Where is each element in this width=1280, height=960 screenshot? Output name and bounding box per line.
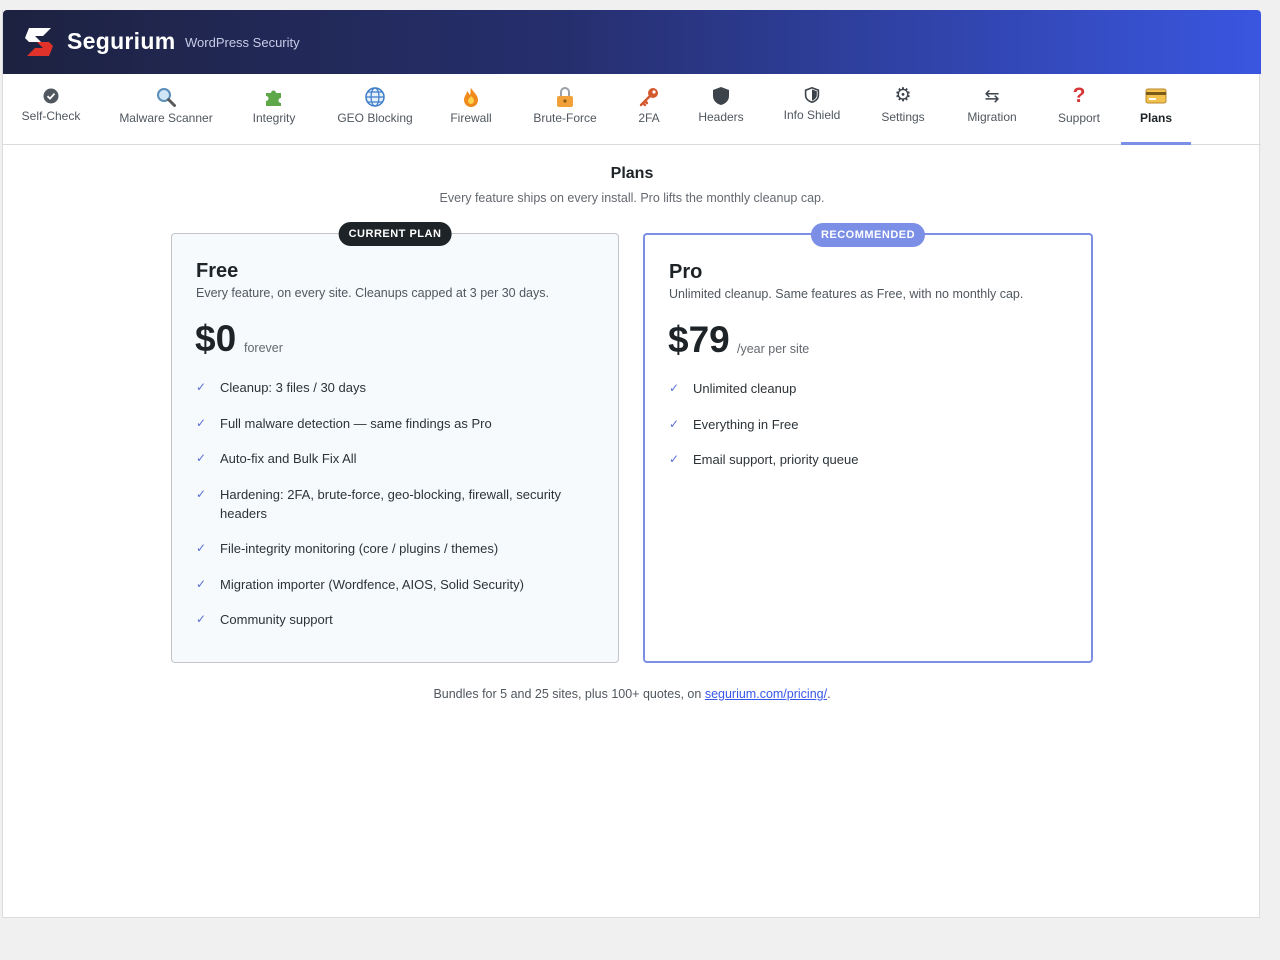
- page-subtitle: Every feature ships on every install. Pr…: [439, 191, 825, 205]
- current-plan-badge: CURRENT PLAN: [338, 222, 452, 246]
- feature-text: Community support: [220, 612, 333, 627]
- check-circle-icon: [11, 84, 91, 108]
- plan-description: Every feature, on every site. Cleanups c…: [196, 286, 549, 300]
- feature-text: Hardening: 2FA, brute-force, geo-blockin…: [220, 486, 562, 521]
- tab-label: Info Shield: [783, 108, 841, 122]
- feature-item: ✓ Email support, priority queue: [669, 450, 1059, 469]
- tab-support[interactable]: ? Support: [1049, 74, 1109, 145]
- gear-icon: ⚙: [894, 85, 912, 106]
- check-icon: ✓: [669, 452, 680, 466]
- check-icon: ✓: [669, 381, 680, 395]
- feature-list: ✓ Cleanup: 3 files / 30 days ✓ Full malwar…: [196, 378, 586, 646]
- tab-info-shield[interactable]: Info Shield: [777, 74, 847, 145]
- tab-integrity[interactable]: Integrity: [239, 74, 309, 145]
- feature-text: Migration importer (Wordfence, AIOS, Sol…: [220, 576, 524, 592]
- credit-card-icon: [1121, 84, 1191, 108]
- plan-description: Unlimited cleanup. Same features as Free…: [669, 287, 1024, 301]
- feature-text: File-integrity monitoring (core / plugin…: [220, 541, 499, 556]
- plan-card-free: CURRENT PLAN Free Every feature, on ever…: [171, 222, 619, 663]
- tab-label: Settings: [881, 110, 925, 124]
- check-icon: ✓: [669, 416, 680, 431]
- tab-self-check[interactable]: Self-Check: [11, 74, 91, 145]
- half-shield-icon: [777, 84, 847, 108]
- feature-text: Cleanup: 3 files / 30 days: [220, 380, 366, 395]
- tab-geo-blocking[interactable]: GEO Blocking: [325, 74, 425, 145]
- app-header: Segurium WordPress Security: [3, 10, 1261, 74]
- tab-label: Firewall: [450, 111, 492, 125]
- footer-text: Bundles for 5 and 25 sites, plus 100+ qu…: [433, 687, 705, 701]
- tab-2fa[interactable]: 2FA: [629, 74, 669, 145]
- check-icon: ✓: [196, 576, 207, 591]
- plan-price: $0: [195, 318, 237, 359]
- feature-text: Unlimited cleanup: [693, 381, 797, 396]
- feature-text: Auto-fix and Bulk Fix All: [220, 451, 357, 466]
- segurium-logo-icon: [25, 28, 53, 56]
- feature-text: Everything in Free: [693, 416, 799, 432]
- tab-label: Brute-Force: [533, 111, 597, 125]
- key-icon: [629, 84, 669, 108]
- feature-item: ✓ Migration importer (Wordfence, AIOS, So…: [196, 575, 586, 594]
- feature-item: ✓ Auto-fix and Bulk Fix All: [196, 449, 586, 468]
- plan-name: Free: [196, 260, 239, 282]
- tab-label: Headers: [698, 110, 744, 124]
- brand-name: Segurium: [67, 28, 176, 54]
- tab-brute-force[interactable]: Brute-Force: [521, 74, 609, 145]
- feature-item: ✓ Hardening: 2FA, brute-force, geo-blocki…: [196, 485, 586, 523]
- check-icon: ✓: [196, 486, 207, 501]
- pricing-link[interactable]: segurium.com/pricing/: [705, 687, 827, 701]
- check-icon: ✓: [196, 541, 207, 555]
- check-icon: ✓: [196, 451, 207, 465]
- plan-card-pro: RECOMMENDED Pro Unlimited cleanup. Same …: [643, 223, 1093, 663]
- brand-tagline: WordPress Security: [185, 35, 300, 50]
- feature-item: ✓ Everything in Free: [669, 415, 1059, 434]
- check-icon: ✓: [196, 415, 207, 430]
- globe-icon: [325, 84, 425, 108]
- tab-firewall[interactable]: Firewall: [441, 74, 501, 145]
- feature-text: Full malware detection — same findings a…: [220, 415, 492, 431]
- shield-icon: [687, 84, 755, 108]
- recommended-badge: RECOMMENDED: [810, 223, 926, 247]
- tab-label: 2FA: [638, 111, 660, 125]
- tab-migration[interactable]: ⇆ Migration: [955, 74, 1029, 145]
- lock-icon: [521, 84, 609, 108]
- plan-period: /year per site: [737, 342, 810, 356]
- fire-icon: [441, 84, 501, 108]
- tab-headers[interactable]: Headers: [687, 74, 755, 145]
- tab-label: GEO Blocking: [337, 111, 413, 125]
- tab-malware-scanner[interactable]: Malware Scanner: [111, 74, 221, 145]
- plugin-panel: Segurium WordPress Security Self-Check M…: [2, 10, 1261, 918]
- feature-item: ✓ File-integrity monitoring (core / plugi…: [196, 539, 586, 558]
- question-icon: ?: [1072, 84, 1086, 107]
- plan-price: $79: [668, 319, 730, 360]
- plan-period: forever: [244, 341, 283, 355]
- feature-item: ✓ Full malware detection — same findings …: [196, 414, 586, 433]
- feature-item: ✓ Unlimited cleanup: [669, 379, 1059, 398]
- tab-plans[interactable]: Plans: [1121, 74, 1191, 145]
- tab-label: Malware Scanner: [119, 111, 213, 125]
- tab-label: Self-Check: [21, 109, 81, 123]
- pricing-footer-note: Bundles for 5 and 25 sites, plus 100+ qu…: [3, 687, 1261, 701]
- magnifier-icon: [111, 84, 221, 108]
- check-icon: ✓: [196, 380, 207, 394]
- tab-label: Migration: [967, 110, 1017, 124]
- tab-label: Plans: [1139, 111, 1172, 125]
- tab-label: Support: [1057, 111, 1101, 125]
- check-icon: ✓: [196, 612, 207, 626]
- puzzle-icon: [239, 84, 309, 108]
- footer-text-end: .: [827, 687, 831, 701]
- feature-item: ✓ Cleanup: 3 files / 30 days: [196, 378, 586, 397]
- feature-text: Email support, priority queue: [693, 452, 859, 467]
- tab-settings[interactable]: ⚙ Settings: [871, 74, 935, 145]
- tab-label: Integrity: [252, 111, 296, 125]
- swap-arrows-icon: ⇆: [984, 86, 1000, 106]
- main-nav: Self-Check Malware Scanner Integrity GEO…: [3, 74, 1261, 145]
- feature-item: ✓ Community support: [196, 610, 586, 629]
- page-title: Plans: [610, 165, 654, 182]
- feature-list: ✓ Unlimited cleanup ✓ Everything in Free ✓…: [669, 379, 1059, 486]
- plan-name: Pro: [669, 261, 703, 283]
